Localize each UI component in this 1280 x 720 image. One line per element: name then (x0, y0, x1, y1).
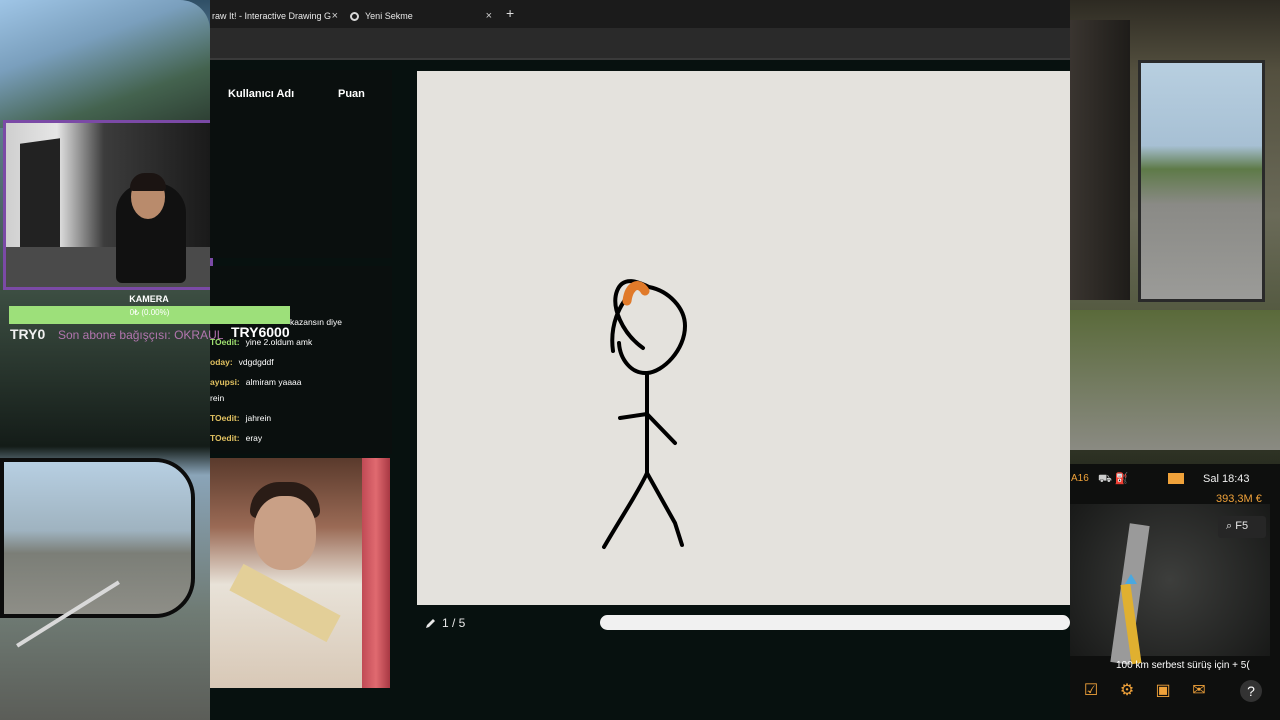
scoreboard-header-username: Kullanıcı Adı (228, 88, 295, 100)
new-tab-button[interactable]: + (506, 5, 514, 21)
help-icon[interactable]: ? (1240, 680, 1262, 702)
pencil-icon (426, 619, 435, 628)
hud-time: Sal 18:43 (1203, 473, 1250, 485)
chat-text: rein (210, 393, 225, 403)
webcam-streamer-hair (130, 173, 166, 191)
scoreboard-panel: Kullanıcı Adı Puan (210, 70, 392, 258)
hud-vehicle-id: A16 (1071, 473, 1089, 484)
hud-toolbar: ☑ ⚙ ▣ ✉ ? (1070, 676, 1280, 706)
messages-icon[interactable]: ✉ (1188, 680, 1210, 702)
chat-username: ayupsi: (210, 377, 240, 387)
round-indicator: 1 / 5 (425, 616, 465, 630)
stick-figure-drawing (602, 279, 687, 549)
photo-sash (229, 563, 341, 643)
round-timer (600, 615, 1070, 630)
truck-mirror-right (1138, 60, 1265, 302)
chat-text: jahrein (245, 413, 272, 423)
chat-message: rein (210, 393, 224, 403)
settings-gear-icon[interactable]: ⚙ (1116, 680, 1138, 702)
map-search-button[interactable]: ⌕ F5 (1218, 516, 1266, 538)
round-text: 1 / 5 (442, 616, 466, 630)
chat-username: oday: (210, 357, 233, 367)
chat-username: TOedit: (210, 413, 240, 423)
photo-face (254, 496, 316, 570)
chat-username: TOedit: (210, 433, 240, 443)
round-timer-fill (600, 615, 1070, 630)
webcam-monitor (20, 138, 60, 264)
truck-cab-interior (1070, 20, 1130, 300)
browser-toolbar (210, 28, 1070, 60)
chat-panel: kazansın diye TOedit: yine 2.oldum amk od… (210, 266, 392, 454)
camera-label: KAMERA (129, 294, 169, 304)
browser-tab-bar: raw It! - Interactive Drawing G × Yeni S… (210, 0, 1070, 28)
tab-draw-it[interactable]: raw It! - Interactive Drawing G × (210, 4, 342, 28)
stick-figure-right-leg (645, 471, 684, 547)
tab-label: Yeni Sekme (365, 11, 413, 21)
chat-message: oday: vdgdgddf (210, 357, 274, 367)
streamer-webcam (3, 120, 213, 290)
chrome-icon (350, 11, 359, 21)
last-donor-text: Son abone bağışçısı: OKRAUL (58, 328, 224, 342)
roadside-view (1070, 310, 1280, 450)
donation-goal-target: TRY6000 (231, 324, 290, 340)
chat-message: ayupsi: almiram yaaaa (210, 377, 302, 387)
tab-new-tab[interactable]: Yeni Sekme × (346, 4, 496, 28)
chat-text: vdgdgddf (238, 357, 274, 367)
tab-close-icon[interactable]: × (486, 10, 492, 22)
chat-message: TOedit: jahrein (210, 413, 271, 423)
tab-close-icon[interactable]: × (332, 10, 338, 22)
scoreboard-header-score: Puan (338, 88, 365, 100)
chat-message: kazansın diye (290, 317, 342, 327)
hud-truck-fuel-icons: ⛟ ⛽ (1098, 473, 1129, 485)
truck-mirror-top (0, 0, 210, 128)
child-photo (210, 458, 390, 688)
donation-goal-start: TRY0 (10, 326, 46, 342)
chat-text: almiram yaaaa (245, 377, 302, 387)
hud-info-text: 100 km serbest sürüş için + 5( (1116, 660, 1250, 671)
search-icon: ⌕ (1226, 520, 1233, 532)
chat-message: TOedit: eray (210, 433, 262, 443)
chat-text: kazansın diye (290, 317, 342, 327)
orange-hair-stroke (622, 281, 650, 306)
map-key: F5 (1235, 520, 1249, 532)
tab-label: raw It! - Interactive Drawing G (212, 11, 332, 21)
stick-figure-left-leg (602, 471, 649, 549)
minimap-truck-icon (1125, 574, 1137, 584)
screen: raw It! - Interactive Drawing G × Yeni S… (0, 0, 1280, 720)
job-list-icon[interactable]: ☑ (1080, 680, 1102, 702)
chat-text: eray (245, 433, 263, 443)
donation-goal-progress: 0₺ (0.00%) (129, 308, 170, 317)
photo-curtain (362, 458, 390, 688)
cargo-icon[interactable]: ▣ (1152, 680, 1174, 702)
drawing-canvas[interactable] (417, 71, 1070, 605)
mail-icon[interactable] (1168, 473, 1184, 484)
